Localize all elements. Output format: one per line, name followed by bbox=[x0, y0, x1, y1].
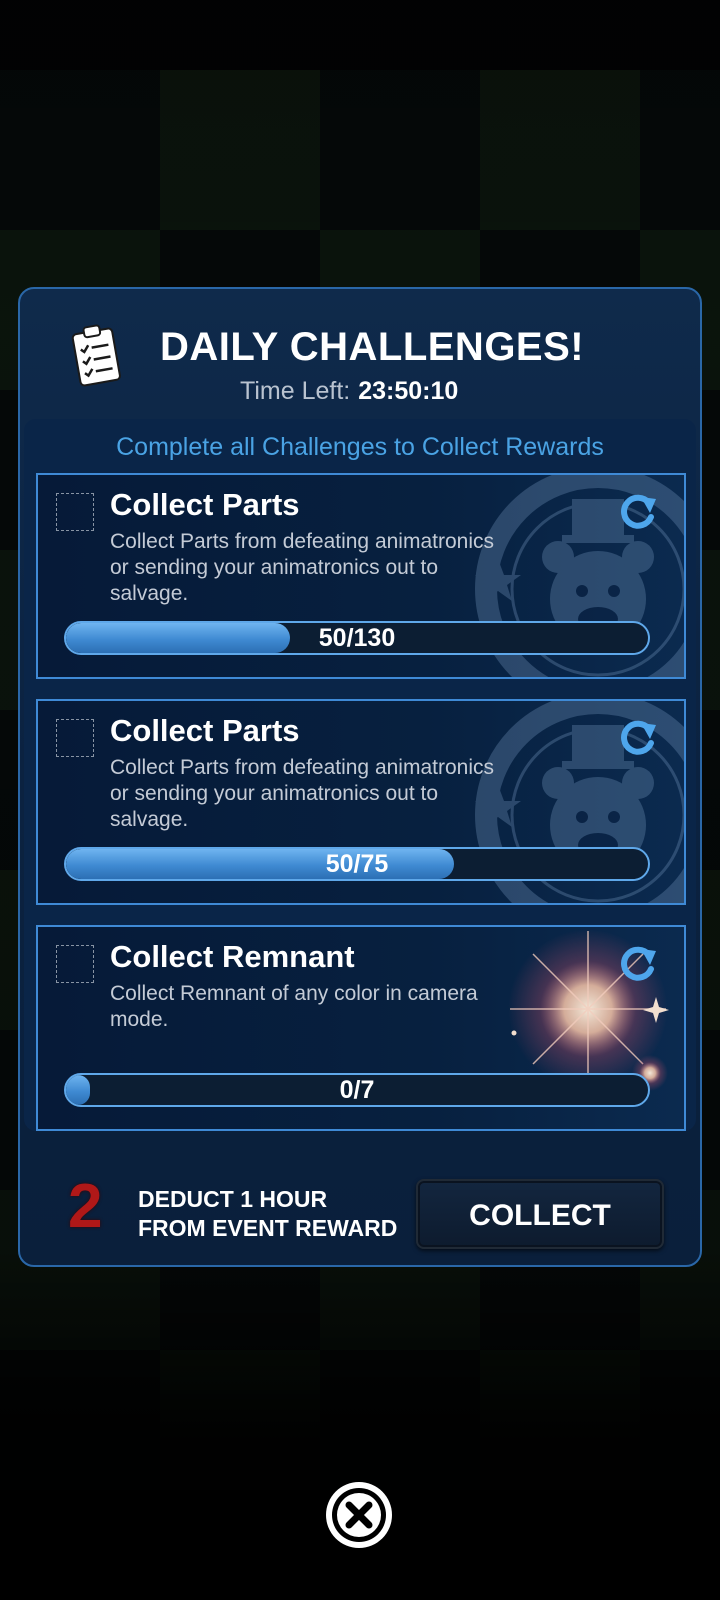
daily-challenges-modal: DAILY CHALLENGES! Time Left: 23:50:10 Com… bbox=[18, 287, 702, 1267]
progress-text: 50/75 bbox=[325, 850, 389, 878]
time-left-label: Time Left: bbox=[240, 377, 351, 405]
reward-line-2: FROM EVENT REWARD bbox=[138, 1215, 398, 1241]
close-icon[interactable] bbox=[322, 1478, 396, 1552]
refresh-icon[interactable] bbox=[616, 491, 658, 533]
challenge-progress-bar: 50/130 bbox=[64, 621, 650, 655]
screen: DAILY CHALLENGES! Time Left: 23:50:10 Com… bbox=[0, 0, 720, 1600]
collect-button[interactable]: COLLECT bbox=[416, 1179, 664, 1249]
challenge-title: Collect Parts bbox=[110, 713, 300, 748]
reward-amount: 2 bbox=[68, 1172, 103, 1241]
modal-title: DAILY CHALLENGES! bbox=[160, 325, 585, 369]
challenge-progress-bar: 0/7 bbox=[64, 1073, 650, 1107]
challenge-checkbox bbox=[56, 719, 94, 757]
challenge-checkbox bbox=[56, 945, 94, 983]
clipboard-checklist-icon bbox=[71, 324, 121, 387]
challenge-title: Collect Parts bbox=[110, 487, 300, 522]
challenge-description: Collect Parts from defeating animatronic… bbox=[110, 756, 494, 831]
progress-text: 0/7 bbox=[339, 1076, 375, 1104]
progress-text: 50/130 bbox=[318, 624, 396, 652]
challenge-description: Collect Parts from defeating animatronic… bbox=[110, 530, 494, 605]
reward-line-1: DEDUCT 1 HOUR bbox=[138, 1186, 328, 1212]
challenge-progress-bar: 50/75 bbox=[64, 847, 650, 881]
challenge-card: Collect Remnant Collect Remnant of any c… bbox=[36, 925, 686, 1131]
reward-description: DEDUCT 1 HOUR FROM EVENT REWARD bbox=[138, 1185, 397, 1243]
challenge-card: Collect Parts Collect Parts from defeati… bbox=[36, 699, 686, 905]
time-left: Time Left: 23:50:10 bbox=[240, 377, 458, 406]
refresh-icon[interactable] bbox=[616, 717, 658, 759]
challenges-instructions: Complete all Challenges to Collect Rewar… bbox=[116, 433, 604, 461]
refresh-icon[interactable] bbox=[616, 943, 658, 985]
challenge-card: Collect Parts Collect Parts from defeati… bbox=[36, 473, 686, 679]
challenge-checkbox bbox=[56, 493, 94, 531]
time-left-value: 23:50:10 bbox=[358, 377, 459, 405]
challenge-title: Collect Remnant bbox=[110, 939, 355, 974]
challenge-description: Collect Remnant of any color in camera m… bbox=[110, 982, 478, 1031]
